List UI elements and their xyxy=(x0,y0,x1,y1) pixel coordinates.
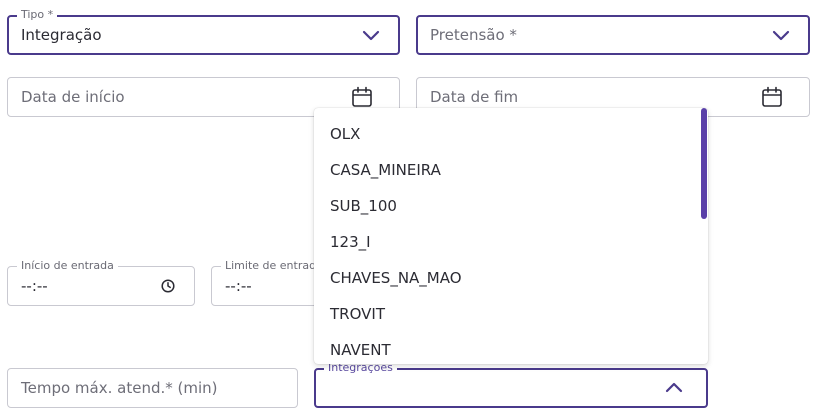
option-casa-mineira[interactable]: CASA_MINEIRA xyxy=(314,152,708,188)
option-trovit[interactable]: TROVIT xyxy=(314,296,708,332)
limite-entrada-value: --:-- xyxy=(225,277,252,295)
data-fim-placeholder: Data de fim xyxy=(430,88,519,106)
chevron-down-icon[interactable] xyxy=(772,29,790,41)
option-123-i[interactable]: 123_I xyxy=(314,224,708,260)
form-page: Tipo * Integração Pretensão * Data de in… xyxy=(0,0,826,412)
option-navent[interactable]: NAVENT xyxy=(314,332,708,364)
chevron-up-icon[interactable] xyxy=(665,382,683,394)
integracoes-options-list: OLX CASA_MINEIRA SUB_100 123_I CHAVES_NA… xyxy=(314,116,708,364)
inicio-entrada-value: --:-- xyxy=(21,277,48,295)
calendar-icon[interactable] xyxy=(761,86,783,108)
limite-entrada-label: Limite de entrad xyxy=(221,259,321,273)
tempo-max-input[interactable]: Tempo máx. atend.* (min) xyxy=(7,368,298,408)
inicio-entrada-input[interactable]: Início de entrada --:-- xyxy=(7,259,195,306)
option-chaves-na-mao[interactable]: CHAVES_NA_MAO xyxy=(314,260,708,296)
option-olx[interactable]: OLX xyxy=(314,116,708,152)
tempo-max-placeholder: Tempo máx. atend.* (min) xyxy=(21,379,218,397)
data-inicio-placeholder: Data de início xyxy=(21,88,125,106)
integracoes-select[interactable]: Integrações xyxy=(314,361,708,408)
pretensao-select[interactable]: Pretensão * xyxy=(416,15,810,55)
tipo-label: Tipo * xyxy=(17,8,58,22)
inicio-entrada-label: Início de entrada xyxy=(17,259,118,273)
tipo-select[interactable]: Tipo * Integração xyxy=(7,8,400,55)
option-sub-100[interactable]: SUB_100 xyxy=(314,188,708,224)
pretensao-placeholder: Pretensão * xyxy=(430,26,517,44)
clock-icon[interactable] xyxy=(161,279,175,293)
dropdown-scrollbar[interactable] xyxy=(701,108,707,219)
integracoes-dropdown[interactable]: OLX CASA_MINEIRA SUB_100 123_I CHAVES_NA… xyxy=(314,108,708,364)
tipo-value: Integração xyxy=(21,26,102,44)
calendar-icon[interactable] xyxy=(351,86,373,108)
chevron-down-icon[interactable] xyxy=(362,29,380,41)
